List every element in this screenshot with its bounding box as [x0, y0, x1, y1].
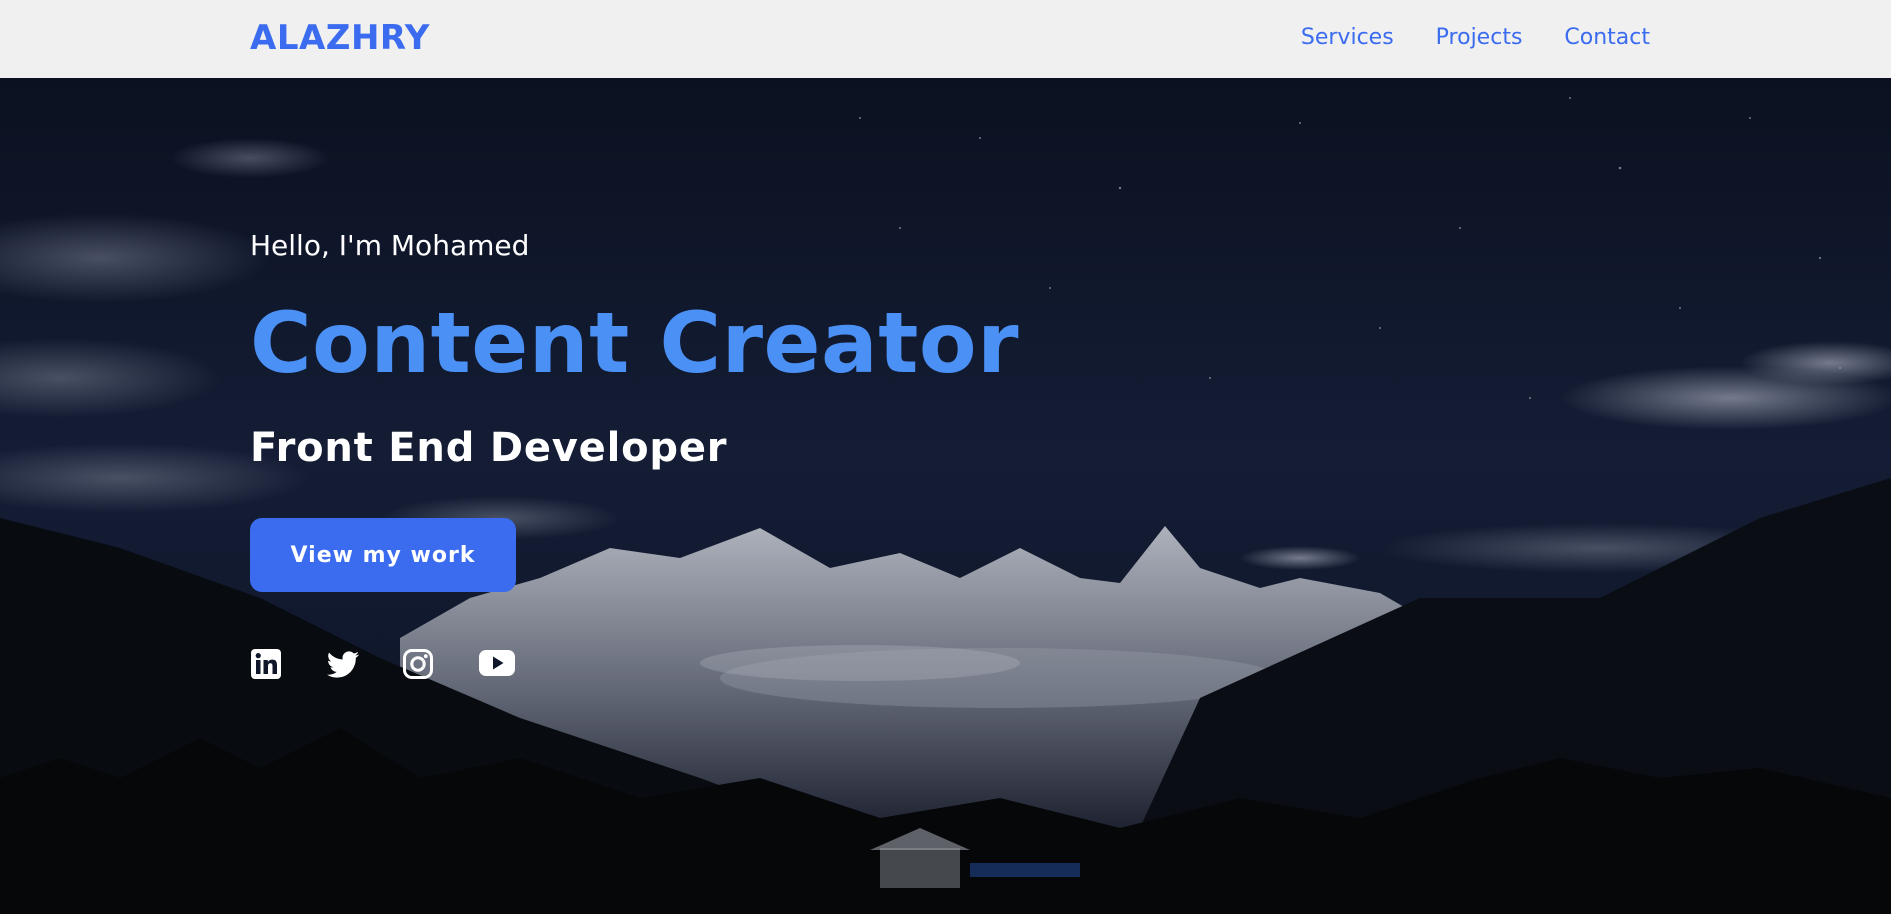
- instagram-icon: [403, 649, 433, 679]
- twitter-icon: [326, 651, 360, 678]
- youtube-link[interactable]: [478, 648, 516, 682]
- hero-section: Hello, I'm Mohamed Content Creator Front…: [0, 78, 1891, 914]
- hero-subheadline: Front End Developer: [250, 425, 728, 471]
- nav-item-services: Services: [1301, 22, 1394, 54]
- brand-logo[interactable]: ALAZHRY: [250, 18, 430, 58]
- social-links: [250, 648, 516, 682]
- top-navbar: ALAZHRY Services Projects Contact: [0, 0, 1891, 78]
- youtube-icon: [479, 650, 515, 676]
- hero-content: Hello, I'm Mohamed Content Creator Front…: [250, 78, 1150, 914]
- nav-link-contact[interactable]: Contact: [1564, 25, 1650, 50]
- hero-headline: Content Creator: [250, 294, 1019, 392]
- nav-item-projects: Projects: [1436, 22, 1523, 54]
- nav-links: Services Projects Contact: [1301, 22, 1650, 54]
- instagram-link[interactable]: [402, 648, 436, 682]
- nav-item-contact: Contact: [1564, 22, 1650, 54]
- linkedin-link[interactable]: [250, 648, 284, 682]
- view-my-work-button[interactable]: View my work: [250, 518, 516, 592]
- nav-link-services[interactable]: Services: [1301, 25, 1394, 50]
- nav-link-projects[interactable]: Projects: [1436, 25, 1523, 50]
- hero-greeting: Hello, I'm Mohamed: [250, 229, 530, 262]
- linkedin-icon: [251, 649, 281, 679]
- twitter-link[interactable]: [326, 648, 360, 682]
